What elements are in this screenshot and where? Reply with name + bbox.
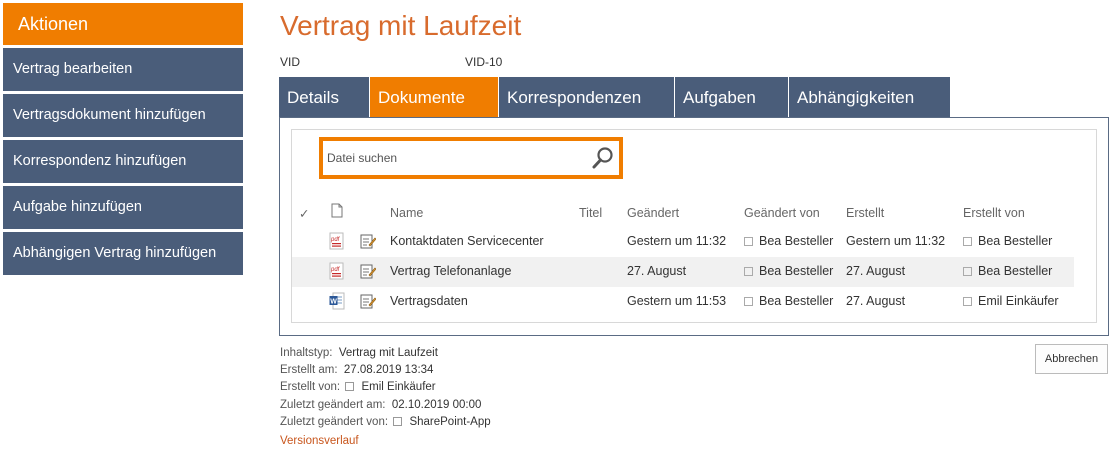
search-input[interactable]	[327, 145, 595, 171]
vid-value: VID-10	[465, 55, 503, 69]
modified-date: Gestern um 11:32	[627, 234, 727, 248]
edit-properties-icon[interactable]	[360, 293, 377, 314]
created-by-user[interactable]: Bea Besteller	[963, 264, 1052, 278]
svg-text:W: W	[330, 299, 337, 306]
tab-dependencies[interactable]: Abhängigkeiten	[789, 77, 951, 117]
meta-user-link[interactable]: SharePoint-App	[409, 416, 490, 428]
table-row[interactable]: W Vertragsdaten Gestern um 11:53 Bea Bes…	[292, 287, 1074, 317]
presence-indicator-icon	[345, 382, 355, 391]
select-all-checkmark[interactable]: ✓	[299, 206, 309, 221]
sidebar-item-add-correspondence[interactable]: Korrespondenz hinzufügen	[3, 140, 243, 183]
document-name-link[interactable]: Vertrag Telefonanlage	[390, 264, 511, 278]
document-library: ✓ Name Titel Geändert Geändert von Erste…	[291, 129, 1097, 323]
cancel-button[interactable]: Abbrechen	[1035, 344, 1108, 374]
page-title: Vertrag mit Laufzeit	[280, 10, 522, 41]
modified-date: Gestern um 11:53	[627, 294, 727, 308]
presence-indicator-icon	[963, 297, 972, 306]
created-date: 27. August	[846, 264, 906, 278]
meta-label: Inhaltstyp:	[280, 347, 333, 359]
meta-modified-at: Zuletzt geändert am: 02.10.2019 00:00	[280, 399, 481, 411]
sidebar-header: Aktionen	[3, 3, 243, 45]
column-header-modified[interactable]: Geändert	[627, 206, 679, 220]
meta-content-type: Inhaltstyp: Vertrag mit Laufzeit	[280, 347, 438, 359]
pdf-file-icon: pdf	[329, 232, 344, 255]
documents-panel: ✓ Name Titel Geändert Geändert von Erste…	[279, 117, 1109, 336]
tab-details[interactable]: Details	[279, 77, 370, 117]
table-row[interactable]: pdf Vertrag Telefonanlage 27. August Bea…	[292, 257, 1074, 287]
meta-value: 02.10.2019 00:00	[391, 399, 482, 411]
meta-label: Erstellt am:	[280, 364, 338, 376]
document-name-link[interactable]: Vertragsdaten	[390, 294, 468, 308]
modified-date: 27. August	[627, 264, 687, 278]
presence-indicator-icon	[744, 297, 753, 306]
vid-label: VID	[280, 55, 301, 69]
sidebar-item-add-task[interactable]: Aufgabe hinzufügen	[3, 186, 243, 229]
document-name-link[interactable]: Kontaktdaten Servicecenter	[390, 234, 544, 248]
tab-documents[interactable]: Dokumente	[370, 77, 499, 117]
meta-created-at: Erstellt am: 27.08.2019 13:34	[280, 364, 433, 376]
created-by-name[interactable]: Bea Besteller	[978, 264, 1052, 278]
document-header-icon	[331, 203, 343, 223]
tab-bar: Details Dokumente Korrespondenzen Aufgab…	[279, 77, 951, 117]
svg-text:pdf: pdf	[330, 237, 341, 243]
created-date: Gestern um 11:32	[846, 234, 946, 248]
tab-tasks[interactable]: Aufgaben	[675, 77, 789, 117]
modified-by-name[interactable]: Bea Besteller	[759, 264, 833, 278]
meta-label: Erstellt von:	[280, 381, 341, 393]
svg-text:pdf: pdf	[330, 267, 341, 273]
edit-properties-icon[interactable]	[360, 233, 377, 254]
created-by-user[interactable]: Bea Besteller	[963, 234, 1052, 248]
magnifier-icon[interactable]	[591, 145, 615, 171]
meta-user-link[interactable]: Emil Einkäufer	[361, 381, 435, 393]
tab-correspondences[interactable]: Korrespondenzen	[499, 77, 675, 117]
meta-created-by: Erstellt von: Emil Einkäufer	[280, 381, 436, 393]
modified-by-user[interactable]: Bea Besteller	[744, 294, 833, 308]
modified-by-name[interactable]: Bea Besteller	[759, 234, 833, 248]
meta-label: Zuletzt geändert von:	[280, 416, 389, 428]
created-date: 27. August	[846, 294, 906, 308]
created-by-name[interactable]: Emil Einkäufer	[978, 294, 1059, 308]
column-header-created-by[interactable]: Erstellt von	[963, 206, 1025, 220]
presence-indicator-icon	[393, 417, 403, 426]
column-header-name[interactable]: Name	[390, 206, 423, 220]
sidebar-item-add-dependent-contract[interactable]: Abhängigen Vertrag hinzufügen	[3, 232, 243, 275]
created-by-user[interactable]: Emil Einkäufer	[963, 294, 1059, 308]
table-row[interactable]: pdf Kontaktdaten Servicecenter Gestern u…	[292, 227, 1074, 257]
meta-value: Vertrag mit Laufzeit	[338, 347, 438, 359]
edit-properties-icon[interactable]	[360, 263, 377, 284]
word-file-icon: W	[329, 292, 345, 315]
meta-label: Zuletzt geändert am:	[280, 399, 386, 411]
presence-indicator-icon	[963, 237, 972, 246]
modified-by-user[interactable]: Bea Besteller	[744, 264, 833, 278]
meta-value: 27.08.2019 13:34	[343, 364, 434, 376]
presence-indicator-icon	[963, 267, 972, 276]
modified-by-user[interactable]: Bea Besteller	[744, 234, 833, 248]
version-history-link[interactable]: Versionsverlauf	[280, 435, 359, 447]
sidebar-item-add-contract-document[interactable]: Vertragsdokument hinzufügen	[3, 94, 243, 137]
created-by-name[interactable]: Bea Besteller	[978, 234, 1052, 248]
meta-modified-by: Zuletzt geändert von: SharePoint-App	[280, 416, 491, 428]
presence-indicator-icon	[744, 237, 753, 246]
column-header-title[interactable]: Titel	[579, 206, 602, 220]
actions-sidebar: Aktionen Vertrag bearbeiten Vertragsdoku…	[3, 3, 243, 278]
pdf-file-icon: pdf	[329, 262, 344, 285]
column-header-created[interactable]: Erstellt	[846, 206, 884, 220]
sidebar-item-edit-contract[interactable]: Vertrag bearbeiten	[3, 48, 243, 91]
presence-indicator-icon	[744, 267, 753, 276]
column-header-modified-by[interactable]: Geändert von	[744, 206, 820, 220]
modified-by-name[interactable]: Bea Besteller	[759, 294, 833, 308]
search-box	[319, 137, 623, 179]
